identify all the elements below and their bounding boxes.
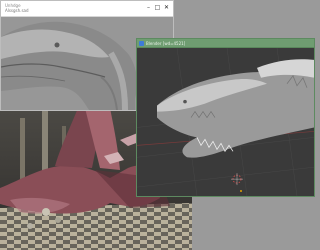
close-button[interactable]: ✕ <box>162 3 171 12</box>
3d-viewport[interactable] <box>137 48 314 196</box>
blender-titlebar[interactable]: Blender [wd=4521] <box>137 39 314 48</box>
maximize-button[interactable]: □ <box>153 3 162 12</box>
blender-window[interactable]: Blender [wd=4521] <box>136 38 315 197</box>
window-title: Blender [wd=4521] <box>146 40 186 46</box>
sculpt-titlebar[interactable]: Unhdge Alssgsh.sad – □ ✕ <box>1 1 173 17</box>
origin-point <box>240 190 242 193</box>
minimize-button[interactable]: – <box>144 3 153 12</box>
blender-icon <box>139 40 144 46</box>
window-subtitle: Alssgsh.sad <box>5 8 29 13</box>
